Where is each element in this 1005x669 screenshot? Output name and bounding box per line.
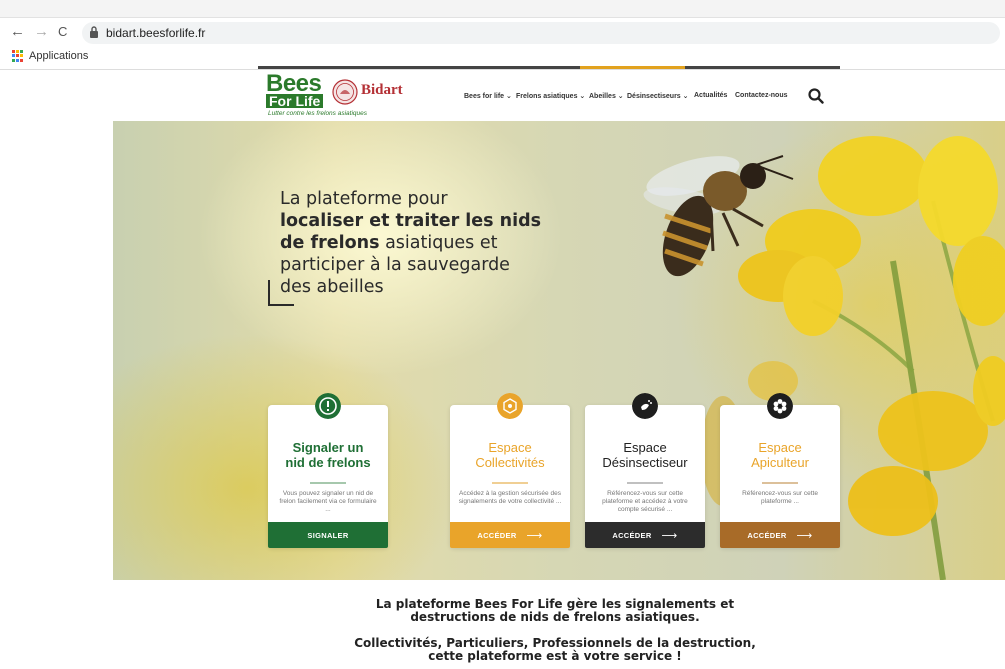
hero-line-3-rest: asiatiques et (379, 233, 498, 253)
card-divider (310, 482, 346, 484)
browser-chrome: ← → C bidart.beesforlife.fr Applications (0, 0, 1005, 70)
honeycomb-icon (767, 393, 793, 419)
card-title-line-1: Espace (758, 440, 802, 455)
url-text[interactable]: bidart.beesforlife.fr (106, 26, 205, 40)
arrow-right-icon: ⟶ (661, 529, 678, 542)
card-description: Vous pouvez signaler un nid de frelon fa… (279, 490, 377, 513)
menu-contactez-nous[interactable]: Contactez-nous (735, 92, 788, 99)
hero-headline: La plateforme pour localiser et traiter … (280, 188, 550, 298)
hexagon-icon (497, 393, 523, 419)
button-label: SIGNALER (307, 530, 349, 540)
button-label: ACCÉDER (477, 530, 517, 540)
card-divider (627, 482, 663, 484)
forward-button[interactable]: → (34, 24, 49, 40)
hero-bracket-decoration (268, 280, 294, 306)
card-title-line-2: Collectivités (475, 455, 545, 470)
button-label: ACCÉDER (612, 530, 652, 540)
arrow-right-icon: ⟶ (796, 529, 813, 542)
card-title-line-1: Espace (623, 440, 667, 455)
button-label: ACCÉDER (747, 530, 787, 540)
bidart-seal-icon (332, 79, 358, 105)
reload-button[interactable]: C (58, 24, 67, 40)
apiculteur-acceder-button[interactable]: ACCÉDER ⟶ (720, 522, 840, 548)
bookmark-applications[interactable]: Applications (29, 50, 88, 62)
card-title-line-1: Signaler un (292, 440, 364, 455)
logo-tagline: Lutter contre les frelons asiatiques (268, 110, 367, 117)
address-bar[interactable] (82, 22, 1000, 44)
card-apiculteur: Espace Apiculteur Référencez-vous sur ce… (720, 393, 840, 548)
menu-frelons-asiatiques[interactable]: Frelons asiatiques ⌄ (516, 92, 585, 100)
card-description: Accédez à la gestion sécurisée des signa… (458, 490, 562, 505)
desinsectiseur-acceder-button[interactable]: ACCÉDER ⟶ (585, 522, 705, 548)
collectivites-acceder-button[interactable]: ACCÉDER ⟶ (450, 522, 570, 548)
card-collectivites: Espace Collectivités Accédez à la gestio… (450, 393, 570, 548)
hero-line-4: participer à la sauvegarde (280, 255, 510, 275)
hero-line-2: localiser et traiter les nids (280, 211, 542, 231)
alert-icon (315, 393, 341, 419)
menu-desinsectiseurs[interactable]: Désinsectiseurs ⌄ (627, 92, 689, 100)
card-title: Espace Apiculteur (720, 440, 840, 470)
intro-paragraph-1: La plateforme Bees For Life gère les sig… (330, 598, 780, 624)
card-description: Référencez-vous sur cette plateforme et … (602, 490, 688, 513)
card-title: Signaler un nid de frelons (268, 440, 388, 470)
logo-bees[interactable]: Bees (266, 72, 322, 96)
card-signaler: Signaler un nid de frelons Vous pouvez s… (268, 393, 388, 548)
apps-grid-icon[interactable] (12, 50, 24, 62)
signaler-button[interactable]: SIGNALER (268, 522, 388, 548)
card-description: Référencez-vous sur cette plateforme ... (742, 490, 818, 505)
card-title-line-2: Désinsectiseur (602, 455, 688, 470)
card-title: Espace Collectivités (450, 440, 570, 470)
menu-actualites[interactable]: Actualités (694, 92, 727, 99)
logo-for-life[interactable]: For Life (266, 94, 324, 108)
back-button[interactable]: ← (10, 24, 25, 40)
header-topline (258, 66, 840, 69)
intro-p1-line-2: destructions de nids de frelons asiatiqu… (410, 610, 700, 624)
search-icon[interactable] (808, 88, 824, 104)
lock-icon (90, 26, 98, 38)
intro-paragraph-2: Collectivités, Particuliers, Professionn… (330, 637, 780, 663)
logo-bidart[interactable]: Bidart (361, 82, 403, 99)
card-divider (762, 482, 798, 484)
intro-p2-line-2: cette plateforme est à votre service ! (428, 649, 682, 663)
header-topline-accent (580, 66, 685, 69)
hero-line-1: La plateforme pour (280, 189, 448, 209)
card-desinsectiseur: Espace Désinsectiseur Référencez-vous su… (585, 393, 705, 548)
card-title-line-2: nid de frelons (285, 455, 371, 470)
card-divider (492, 482, 528, 484)
arrow-right-icon: ⟶ (526, 529, 543, 542)
hero-line-3-bold: de frelons (280, 233, 380, 253)
card-title-line-1: Espace (488, 440, 532, 455)
card-title-line-2: Apiculteur (751, 455, 809, 470)
tab-strip (0, 0, 1005, 18)
hero-line-5: des abeilles (280, 277, 384, 297)
spray-icon (632, 393, 658, 419)
menu-bees-for-life[interactable]: Bees for life ⌄ (464, 92, 512, 100)
menu-abeilles[interactable]: Abeilles ⌄ (589, 92, 624, 100)
hero-line-3: de frelons asiatiques et (280, 232, 550, 254)
card-title: Espace Désinsectiseur (585, 440, 705, 470)
